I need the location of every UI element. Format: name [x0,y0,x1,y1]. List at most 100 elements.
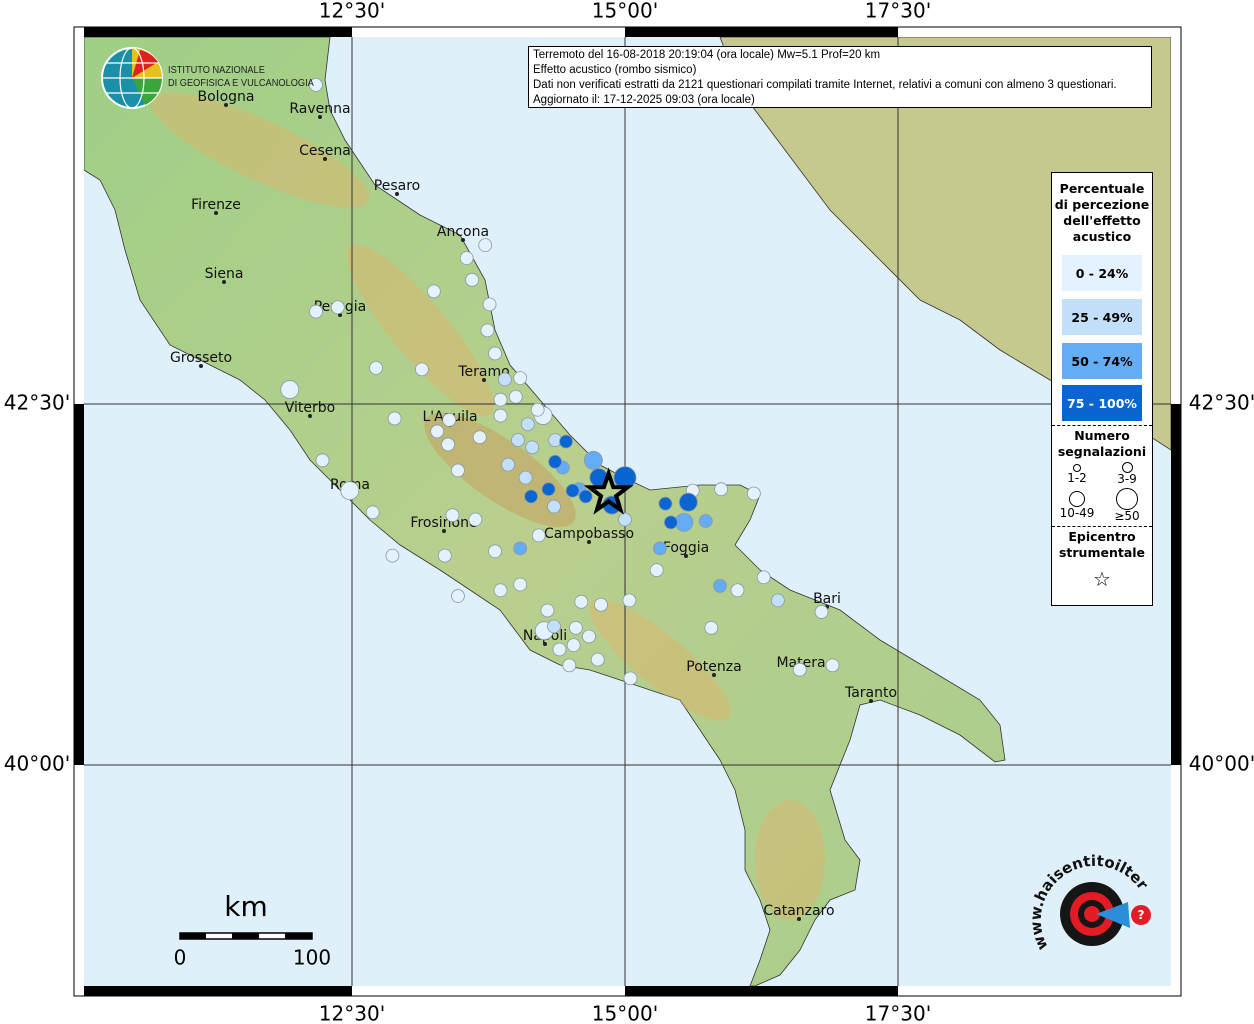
observation-dot [746,486,761,501]
observation-dot [513,371,528,385]
legend: Percentuale di percezione dell'effetto a… [1051,172,1153,606]
city-label: Pesaro [374,178,420,194]
observation-dot [465,272,480,287]
observation-dot [414,362,429,377]
legend-divider [1052,526,1152,527]
observation-dot [583,450,603,470]
observation-dot [524,489,538,504]
observation-dot [730,583,745,598]
ingv-logo-line2: DI GEOFISICA E VULCANOLOGIA [168,77,314,89]
observation-dot [590,652,605,667]
observation-dot [501,457,516,472]
circle-large-icon [1069,491,1085,507]
observation-dot [451,589,465,603]
observation-dot [541,482,556,497]
observation-dot [698,514,713,528]
observation-dot [330,300,345,315]
city-label: Taranto [844,685,897,701]
observation-dot [482,297,497,312]
legend-divider [1052,425,1152,426]
effect-line: Effetto acustico (rombo sismico) [533,64,697,76]
observation-dot [459,251,474,266]
observation-dot [559,434,573,449]
observation-dot [578,489,593,504]
observation-dot [369,360,383,375]
legend-title: Percentuale di percezione dell'effetto a… [1054,181,1150,244]
observation-dot [493,583,508,598]
count-title: Numero segnalazioni [1057,428,1147,459]
observation-dot [562,658,577,673]
star-outline-icon: ☆ [1093,567,1111,591]
observation-dot [649,563,664,577]
observation-dot [437,548,452,563]
observation-dot [552,642,567,657]
lon-label: 17°30' [865,0,931,23]
observation-dot [518,470,533,485]
lat-label: 42°30' [1189,391,1254,415]
city-label: Catanzaro [763,903,834,919]
scale-start: 0 [174,946,187,970]
observation-dot [714,482,728,497]
count-label: ≥50 [1114,509,1140,523]
city-label: Campobasso [544,526,634,542]
lon-label: 17°30' [865,1002,931,1024]
lon-label: 15°00' [592,0,658,23]
lat-label: 42°30' [4,391,70,415]
observation-dot [445,508,460,523]
observation-dot [309,304,323,319]
observation-dot [568,620,583,635]
observation-dot [582,629,596,644]
observation-dot [451,463,465,478]
lat-label: 40°00' [1189,752,1254,776]
observation-dot [513,541,528,556]
observation-dot [566,638,581,653]
observation-dot [497,372,512,387]
observation-dot [385,548,400,563]
observation-dot [511,433,525,448]
observation-dot [814,605,829,619]
observation-dot [468,512,483,527]
observation-dot [488,544,502,559]
scale-end: 100 [293,946,331,970]
city-label: Grosseto [170,350,232,366]
city-label: Viterbo [285,400,335,416]
city-label: Foggia [663,540,709,556]
legend-class-2: 50 - 74% [1062,343,1142,379]
city-label: Firenze [191,197,241,213]
city-label: Bari [813,591,841,607]
observation-dot [478,238,493,253]
data-note-line: Dati non verificati estratti da 2121 que… [533,79,1117,91]
svg-text:?: ? [1138,908,1145,922]
legend-class-1: 25 - 49% [1062,299,1142,335]
legend-class-0: 0 - 24% [1062,255,1142,291]
lat-label: 40°00' [4,752,70,776]
observation-dot [658,496,673,511]
observation-dot [340,481,360,501]
count-label: 10-49 [1059,506,1095,520]
circle-xlarge-icon [1116,488,1138,510]
observation-dot [441,437,455,452]
observation-dot [653,541,667,556]
city-label: Cesena [299,143,351,159]
observation-dot [622,593,637,608]
event-line: Terremoto del 16-08-2018 20:19:04 (ora l… [533,49,881,61]
observation-dot [387,411,402,426]
observation-dot [547,619,561,634]
observation-dot [493,392,508,407]
observation-dot [825,658,840,673]
event-info-box: Terremoto del 16-08-2018 20:19:04 (ora l… [528,46,1152,108]
observation-dot [623,671,638,686]
observation-dot [525,440,540,455]
observation-dot [430,424,445,439]
observation-dot [472,430,487,445]
observation-dot [618,512,632,527]
ingv-logo-text: ISTITUTO NAZIONALE DI GEOFISICA E VULCAN… [168,64,314,90]
city-label: Frosinone [410,515,477,531]
observation-dot [442,412,457,427]
city-label: Ravenna [289,101,350,117]
observation-dot [678,492,698,512]
observation-dot [280,380,300,399]
scale-unit: km [224,890,268,923]
lon-label: 15°00' [592,1002,658,1024]
count-sizes: 1-2 3-9 10-49 ≥50 [1052,460,1152,523]
